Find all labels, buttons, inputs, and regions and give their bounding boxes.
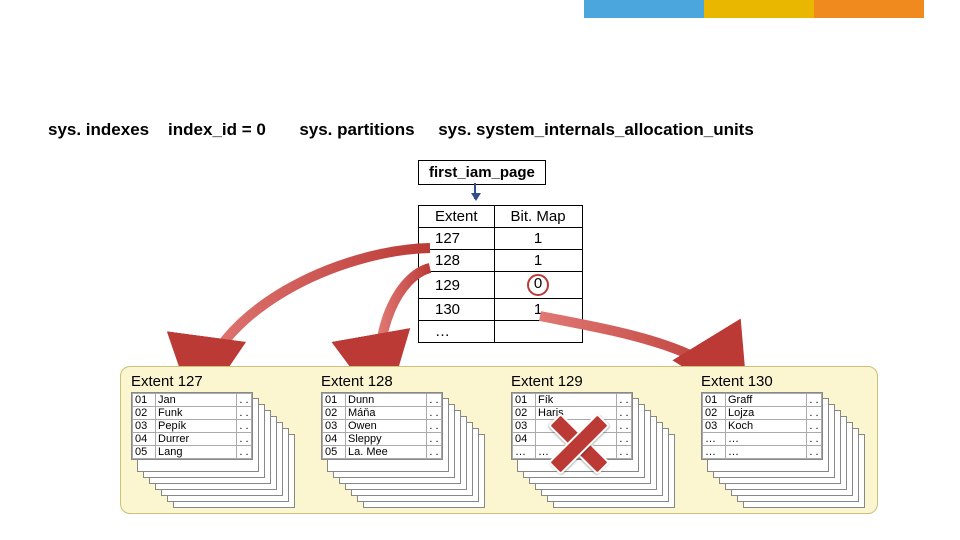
- page-cell: Koch: [726, 420, 807, 433]
- extent-label: Extent 130: [701, 373, 861, 390]
- page-cell: 03: [703, 420, 726, 433]
- page-sheet-front: 01Jan. .02Funk. .03Pepík. .04Durrer. .05…: [131, 392, 253, 460]
- iam-bit-cell: 0: [494, 272, 582, 299]
- page-cell: Dunn: [346, 394, 427, 407]
- page-cell: . .: [237, 394, 252, 407]
- page-cell: Haris: [536, 407, 617, 420]
- txt-sys-partitions: sys. partitions: [299, 120, 414, 139]
- txt-index-id: index_id = 0: [168, 120, 266, 139]
- page-cell: La. Mee: [346, 446, 427, 459]
- page-cell: 04: [133, 433, 156, 446]
- page-cell: . .: [427, 394, 442, 407]
- top-accent-bars: [544, 0, 960, 18]
- page-cell: 02: [703, 407, 726, 420]
- iam-bit-cell: 1: [494, 228, 582, 250]
- page-cell: . .: [617, 446, 632, 459]
- page-cell: . .: [237, 407, 252, 420]
- page-cell: . .: [427, 407, 442, 420]
- page-cell: 03: [323, 420, 346, 433]
- page-stack: 01Graff. .02Lojza. .03Koch. .……. .……. .: [701, 392, 861, 502]
- page-cell: 01: [323, 394, 346, 407]
- extent-group-129: Extent 12901Fík. .02Haris. .03. .04. .………: [511, 373, 671, 502]
- page-stack: 01Jan. .02Funk. .03Pepík. .04Durrer. .05…: [131, 392, 291, 502]
- page-cell: …: [726, 433, 807, 446]
- heading-row: sys. indexes index_id = 0 sys. partition…: [48, 120, 754, 140]
- page-cell: . .: [617, 394, 632, 407]
- page-cell: . .: [807, 420, 822, 433]
- extent-group-130: Extent 13001Graff. .02Lojza. .03Koch. .……: [701, 373, 861, 502]
- page-cell: Durrer: [156, 433, 237, 446]
- iam-extent-cell: 130: [419, 299, 495, 321]
- page-cell: . .: [807, 446, 822, 459]
- page-cell: . .: [807, 407, 822, 420]
- page-cell: 05: [133, 446, 156, 459]
- page-cell: . .: [807, 433, 822, 446]
- iam-col-bitmap: Bit. Map: [494, 206, 582, 228]
- page-cell: 04: [513, 433, 536, 446]
- page-cell: Funk: [156, 407, 237, 420]
- page-cell: …: [703, 433, 726, 446]
- page-cell: . .: [617, 407, 632, 420]
- page-cell: …: [703, 446, 726, 459]
- page-sheet-front: 01Dunn. .02Máňa. .03Owen. .04Sleppy. .05…: [321, 392, 443, 460]
- iam-extent-cell: 128: [419, 250, 495, 272]
- iam-col-extent: Extent: [419, 206, 495, 228]
- iam-extent-cell: 129: [419, 272, 495, 299]
- page-cell: . .: [807, 394, 822, 407]
- extent-group-127: Extent 12701Jan. .02Funk. .03Pepík. .04D…: [131, 373, 291, 502]
- page-cell: Graff: [726, 394, 807, 407]
- page-cell: 01: [513, 394, 536, 407]
- page-sheet-front: 01Graff. .02Lojza. .03Koch. .……. .……. .: [701, 392, 823, 460]
- iam-extent-cell: 127: [419, 228, 495, 250]
- page-cell: . .: [237, 420, 252, 433]
- extent-label: Extent 129: [511, 373, 671, 390]
- page-cell: Pepík: [156, 420, 237, 433]
- extent-panel: Extent 12701Jan. .02Funk. .03Pepík. .04D…: [120, 366, 878, 514]
- page-cell: 03: [513, 420, 536, 433]
- page-cell: Máňa: [346, 407, 427, 420]
- txt-sys-indexes: sys. indexes: [48, 120, 149, 139]
- page-cell: …: [536, 446, 617, 459]
- page-cell: . .: [427, 446, 442, 459]
- page-cell: 01: [133, 394, 156, 407]
- page-cell: . .: [237, 446, 252, 459]
- page-stack: 01Dunn. .02Máňa. .03Owen. .04Sleppy. .05…: [321, 392, 481, 502]
- iam-bit-cell: 1: [494, 250, 582, 272]
- page-cell: Owen: [346, 420, 427, 433]
- extent-group-128: Extent 12801Dunn. .02Máňa. .03Owen. .04S…: [321, 373, 481, 502]
- page-cell: 02: [323, 407, 346, 420]
- page-cell: Lojza: [726, 407, 807, 420]
- first-iam-page-label: first_iam_page: [429, 164, 535, 181]
- extent-label: Extent 128: [321, 373, 481, 390]
- page-cell: [536, 433, 617, 446]
- page-cell: …: [513, 446, 536, 459]
- page-sheet-front: 01Fík. .02Haris. .03. .04. .……. .: [511, 392, 633, 460]
- page-stack: 01Fík. .02Haris. .03. .04. .……. .: [511, 392, 671, 502]
- iam-ellipsis: …: [419, 321, 495, 343]
- page-cell: . .: [427, 420, 442, 433]
- page-cell: Sleppy: [346, 433, 427, 446]
- extent-label: Extent 127: [131, 373, 291, 390]
- page-cell: 03: [133, 420, 156, 433]
- txt-sys-alloc: sys. system_internals_allocation_units: [438, 120, 754, 139]
- iam-table: Extent Bit. Map 1271128112901301 …: [418, 205, 583, 343]
- page-cell: 02: [133, 407, 156, 420]
- page-cell: . .: [427, 433, 442, 446]
- page-cell: 02: [513, 407, 536, 420]
- iam-arrow-down-icon: [474, 183, 476, 199]
- page-cell: . .: [617, 420, 632, 433]
- page-cell: . .: [617, 433, 632, 446]
- first-iam-page-box: first_iam_page: [418, 160, 546, 185]
- iam-bit-cell: 1: [494, 299, 582, 321]
- page-cell: 01: [703, 394, 726, 407]
- page-cell: Lang: [156, 446, 237, 459]
- page-cell: 05: [323, 446, 346, 459]
- circled-zero-icon: 0: [527, 274, 549, 296]
- page-cell: [536, 420, 617, 433]
- page-cell: 04: [323, 433, 346, 446]
- page-cell: Jan: [156, 394, 237, 407]
- page-cell: …: [726, 446, 807, 459]
- page-cell: Fík: [536, 394, 617, 407]
- page-cell: . .: [237, 433, 252, 446]
